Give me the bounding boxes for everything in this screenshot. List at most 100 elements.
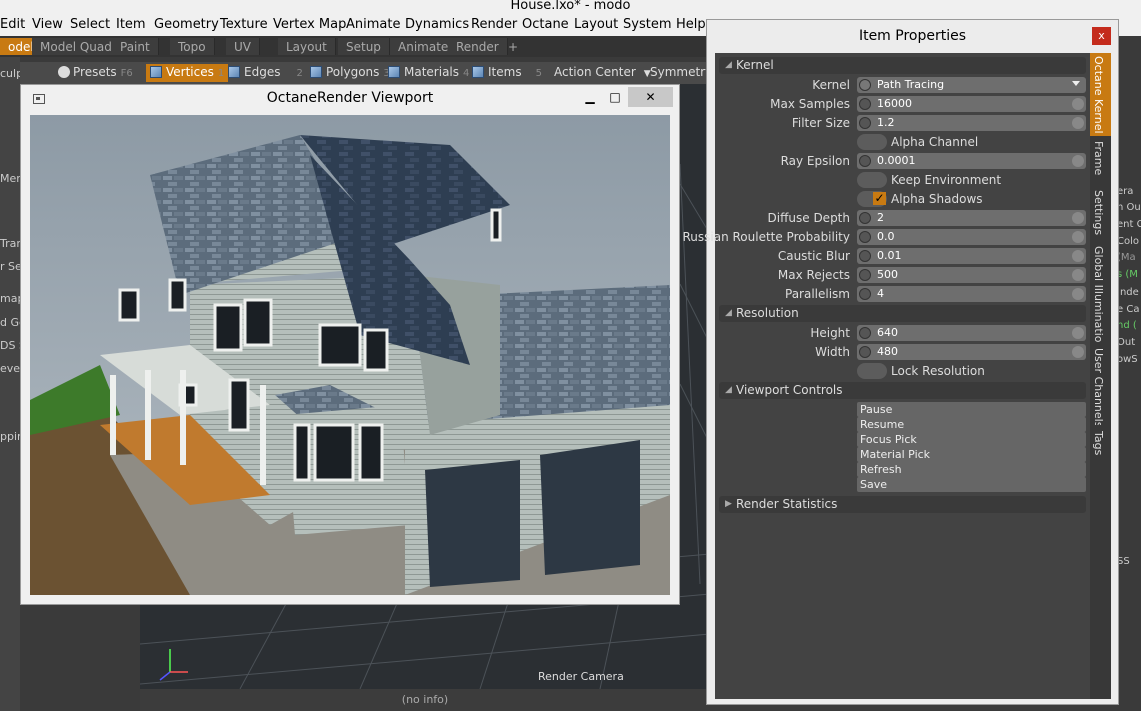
item-properties-window[interactable]: Item Properties x ◢ Kernel Kernel Path T… [682, 19, 1119, 705]
properties-title-bar[interactable]: Item Properties [707, 20, 1118, 52]
menu-help[interactable]: Help [676, 17, 706, 32]
mode-polygons-button[interactable]: Polygons 3 [306, 64, 394, 82]
close-button[interactable]: ✕ [628, 87, 673, 107]
tab-topo[interactable]: Topo [170, 38, 215, 55]
right-panel-item[interactable]: Out [1117, 337, 1135, 348]
section-viewport-controls[interactable]: ◢ Viewport Controls [719, 382, 1086, 399]
tab-paint[interactable]: Paint [112, 38, 159, 55]
tab-global-illumination[interactable]: Global Illumination [1090, 243, 1111, 343]
menu-system[interactable]: System [623, 17, 671, 32]
spinner-icon[interactable] [1072, 327, 1084, 339]
resume-button[interactable]: Resume [857, 417, 1086, 432]
spinner-icon[interactable] [1072, 117, 1084, 129]
spinner-icon[interactable] [1072, 288, 1084, 300]
right-panel-item[interactable]: h Ou [1117, 202, 1141, 213]
tab-setup[interactable]: Setup [338, 38, 390, 55]
spinner-icon[interactable] [1072, 250, 1084, 262]
maximize-button[interactable]: □ [603, 87, 627, 107]
tab-user-channels[interactable]: User Channels [1090, 345, 1111, 425]
tab-settings[interactable]: Settings [1090, 187, 1111, 239]
minimize-button[interactable]: ▁ [579, 87, 601, 107]
mode-materials-button[interactable]: Materials 4 [384, 64, 473, 82]
menu-dynamics[interactable]: Dynamics [405, 17, 469, 32]
tab-octane-kernel[interactable]: Octane Kernel [1090, 53, 1111, 136]
diffuse-depth-field[interactable]: 2 [857, 210, 1086, 226]
right-panel-item[interactable]: e Ca [1117, 304, 1139, 315]
lock-resolution-toggle[interactable] [857, 363, 887, 379]
right-panel-item[interactable]: s (M [1117, 269, 1138, 280]
right-panel-item[interactable]: (Ma [1117, 252, 1136, 263]
menu-vertex-map[interactable]: Vertex Map [273, 17, 346, 32]
properties-close-button[interactable]: x [1092, 27, 1111, 45]
tab-layout[interactable]: Layout [278, 38, 336, 55]
left-strip-item[interactable]: d Ge [0, 316, 20, 329]
mode-items-button[interactable]: Items 5 [468, 64, 546, 82]
right-panel-item[interactable]: owS [1117, 354, 1138, 365]
max-rejects-field[interactable]: 500 [857, 267, 1086, 283]
spinner-icon[interactable] [1072, 98, 1084, 110]
left-strip-item[interactable]: maps [0, 292, 20, 305]
left-strip-item[interactable]: Menu [0, 172, 20, 185]
spinner-icon[interactable] [1072, 212, 1084, 224]
mode-vertices-button[interactable]: Vertices 1 [146, 64, 229, 82]
tab-render[interactable]: Render [448, 38, 508, 55]
spinner-icon[interactable] [1072, 346, 1084, 358]
tab-model-quad[interactable]: Model Quad [32, 38, 121, 55]
left-strip-item[interactable]: culpt [0, 67, 20, 80]
russian-roulette-field[interactable]: 0.0 [857, 229, 1086, 245]
render-output[interactable] [30, 115, 670, 595]
max-samples-field[interactable]: 16000 [857, 96, 1086, 112]
menu-geometry[interactable]: Geometry [154, 17, 219, 32]
add-tab-button[interactable]: + [500, 38, 526, 55]
menu-view[interactable]: View [32, 17, 63, 32]
menu-edit[interactable]: Edit [0, 17, 25, 32]
left-strip-item[interactable]: DS S [0, 339, 20, 352]
alpha-channel-toggle[interactable] [857, 134, 887, 150]
menu-render[interactable]: Render [471, 17, 517, 32]
material-pick-button[interactable]: Material Pick [857, 447, 1086, 462]
left-strip-item[interactable]: Tran [0, 237, 20, 250]
section-render-statistics[interactable]: ▶ Render Statistics [719, 496, 1086, 513]
menu-octane[interactable]: Octane [522, 17, 569, 32]
chevron-down-icon: ◢ [725, 60, 732, 70]
mode-label: Edges [244, 65, 281, 79]
focus-pick-button[interactable]: Focus Pick [857, 432, 1086, 447]
menu-texture[interactable]: Texture [220, 17, 268, 32]
right-panel-item[interactable]: Colo [1117, 236, 1139, 247]
right-panel-item[interactable]: era [1117, 186, 1133, 197]
save-button[interactable]: Save [857, 477, 1086, 492]
kernel-dropdown[interactable]: Path Tracing [857, 77, 1086, 93]
left-strip-item[interactable]: evel [0, 362, 20, 375]
spinner-icon[interactable] [1072, 155, 1084, 167]
menu-item[interactable]: Item [116, 17, 146, 32]
tab-uv[interactable]: UV [226, 38, 260, 55]
right-panel-item[interactable]: ent C [1117, 219, 1141, 230]
caustic-blur-field[interactable]: 0.01 [857, 248, 1086, 264]
right-panel-item[interactable]: nd ( [1117, 320, 1137, 331]
refresh-button[interactable]: Refresh [857, 462, 1086, 477]
octane-viewport-window[interactable]: OctaneRender Viewport ▁ □ ✕ [20, 84, 680, 605]
tab-frame[interactable]: Frame [1090, 138, 1111, 178]
menu-select[interactable]: Select [70, 17, 110, 32]
right-panel-item[interactable]: Inde [1117, 287, 1139, 298]
left-strip-item[interactable]: pping [0, 430, 20, 443]
keep-environment-toggle[interactable] [857, 172, 887, 188]
spinner-icon[interactable] [1072, 269, 1084, 281]
parallelism-field[interactable]: 4 [857, 286, 1086, 302]
left-strip-item[interactable]: r Se [0, 260, 20, 273]
pause-button[interactable]: Pause [857, 402, 1086, 417]
action-center-dropdown[interactable]: Action Center ▼ [550, 64, 655, 82]
filter-size-field[interactable]: 1.2 [857, 115, 1086, 131]
menu-layout[interactable]: Layout [574, 17, 618, 32]
spinner-icon[interactable] [1072, 231, 1084, 243]
width-field[interactable]: 480 [857, 344, 1086, 360]
tab-tags[interactable]: Tags [1090, 428, 1111, 468]
ray-epsilon-field[interactable]: 0.0001 [857, 153, 1086, 169]
alpha-shadows-toggle[interactable]: ✓ [857, 191, 887, 207]
menu-animate[interactable]: Animate [346, 17, 400, 32]
section-kernel[interactable]: ◢ Kernel [719, 57, 1086, 74]
mode-edges-button[interactable]: Edges 2 [224, 64, 307, 82]
height-field[interactable]: 640 [857, 325, 1086, 341]
section-resolution[interactable]: ◢ Resolution [719, 305, 1086, 322]
presets-button[interactable]: Presets F6 [54, 64, 137, 82]
